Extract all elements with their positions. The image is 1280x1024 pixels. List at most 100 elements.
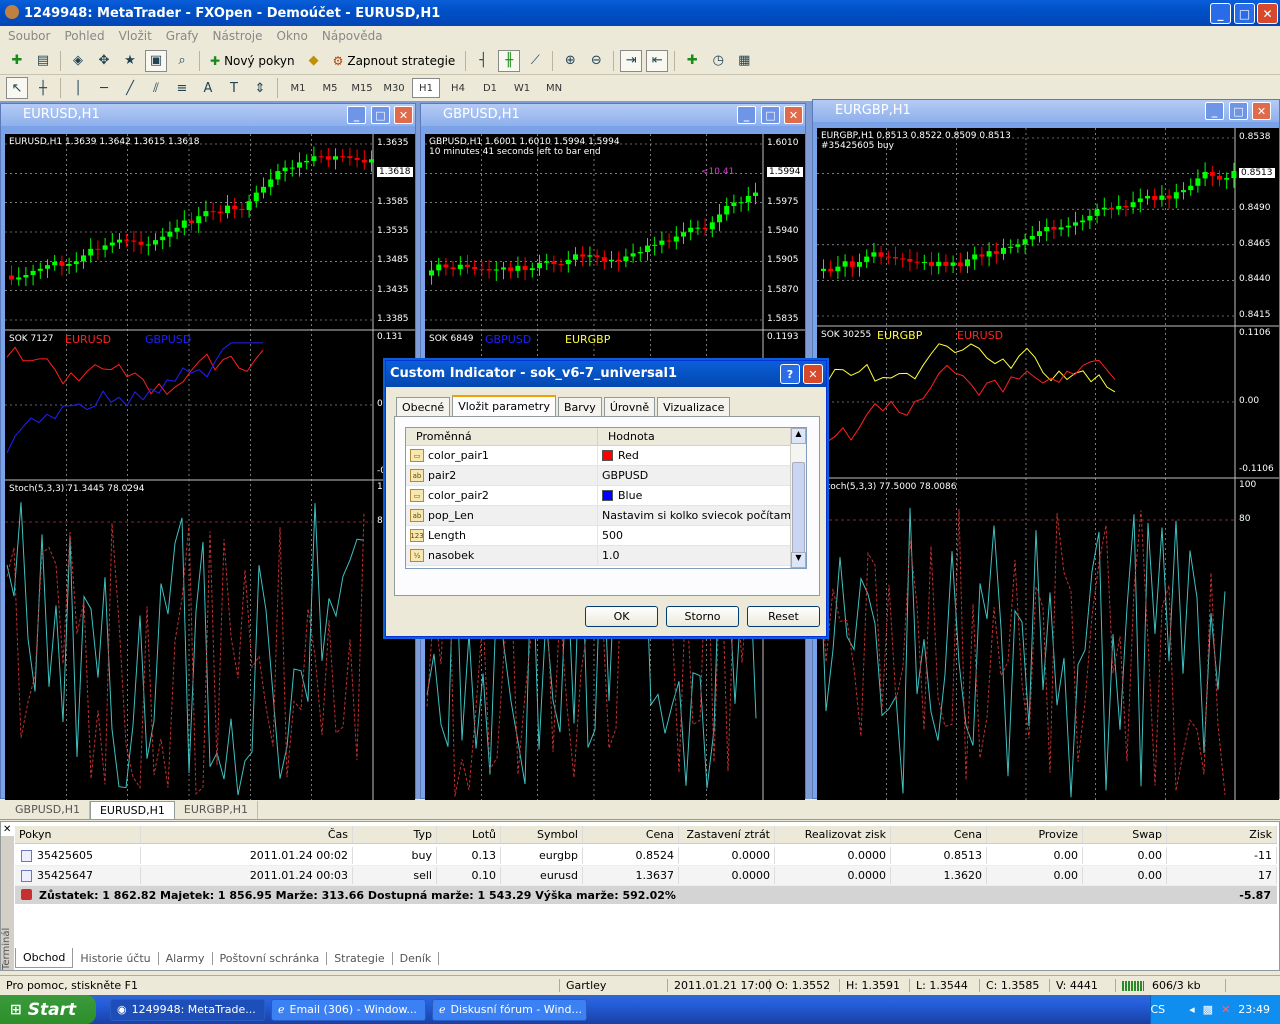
- parameter-row[interactable]: ▭ color_pair2 Blue: [406, 486, 806, 506]
- chart-window-eurgbp[interactable]: EURGBP,H1 _ □ ✕ 0.8538 0.8513 0.8490 0.8465…: [812, 99, 1280, 800]
- menu-insert[interactable]: Vložit: [119, 29, 152, 43]
- tab-levels[interactable]: Úrovně: [603, 397, 656, 417]
- column-header[interactable]: Provize: [987, 826, 1083, 843]
- chart-minimize-button[interactable]: _: [1205, 102, 1224, 120]
- zoom-out-icon[interactable]: ⊖: [585, 50, 607, 72]
- data-window-icon[interactable]: ★: [119, 50, 141, 72]
- chart-maximize-button[interactable]: □: [1229, 102, 1248, 120]
- equidistant-channel-icon[interactable]: ⫽: [145, 77, 167, 99]
- column-header[interactable]: Swap: [1083, 826, 1167, 843]
- column-header[interactable]: Pokyn: [15, 826, 141, 843]
- ok-button[interactable]: OK: [585, 606, 658, 627]
- timeframe-m1[interactable]: M1: [284, 78, 312, 98]
- chart-window-eurusd[interactable]: EURUSD,H1 _ □ ✕ 1.3635 1.3618 1.3585 1.3535…: [0, 103, 416, 800]
- vertical-line-icon[interactable]: │: [67, 77, 89, 99]
- parameter-value-cell[interactable]: Red: [598, 446, 806, 465]
- cancel-button[interactable]: Storno: [666, 606, 739, 627]
- chart-tab-eurgbp[interactable]: EURGBP,H1: [175, 801, 259, 819]
- chart-maximize-button[interactable]: □: [761, 106, 780, 124]
- column-header[interactable]: Cena: [891, 826, 987, 843]
- tray-app-icon[interactable]: ▩: [1203, 1003, 1213, 1016]
- tester-icon[interactable]: ⌕: [171, 50, 193, 72]
- menu-charts[interactable]: Grafy: [166, 29, 199, 43]
- fibonacci-icon[interactable]: ≡: [171, 77, 193, 99]
- column-header[interactable]: Typ: [353, 826, 437, 843]
- column-header[interactable]: Realizovat zisk: [775, 826, 891, 843]
- column-header[interactable]: Zastavení ztrát: [679, 826, 775, 843]
- column-header[interactable]: Zisk: [1167, 826, 1277, 843]
- scroll-down-arrow[interactable]: ▼: [791, 552, 806, 568]
- candlestick-icon[interactable]: ╫: [498, 49, 521, 72]
- timeframe-h4[interactable]: H4: [444, 78, 472, 98]
- terminal-icon[interactable]: ▣: [145, 49, 167, 72]
- parameter-value-cell[interactable]: 1.0: [598, 546, 806, 565]
- close-button[interactable]: ✕: [1257, 3, 1278, 24]
- profiles-icon[interactable]: ▤: [32, 50, 54, 72]
- new-order-button[interactable]: ✚ Nový pokyn: [206, 50, 299, 72]
- tab-mailbox[interactable]: Poštovní schránka: [213, 951, 328, 965]
- chart-canvas[interactable]: 0.8538 0.8513 0.8490 0.8465 0.8440 0.8415 EURG…: [817, 128, 1279, 800]
- column-header[interactable]: Cena: [583, 826, 679, 843]
- timeframe-h1[interactable]: H1: [412, 78, 440, 98]
- market-watch-icon[interactable]: ◈: [67, 50, 89, 72]
- timeframe-d1[interactable]: D1: [476, 78, 504, 98]
- new-chart-icon[interactable]: ✚: [6, 50, 28, 72]
- tray-security-icon[interactable]: ✕: [1221, 1003, 1230, 1016]
- menu-window[interactable]: Okno: [277, 29, 308, 43]
- taskbar-item-forum[interactable]: ℯ Diskusní fórum - Wind...: [432, 998, 587, 1021]
- tab-inputs[interactable]: Vložit parametry: [452, 395, 556, 417]
- column-header[interactable]: Symbol: [501, 826, 583, 843]
- dialog-close-button[interactable]: ✕: [803, 364, 823, 384]
- scroll-up-arrow[interactable]: ▲: [791, 428, 806, 444]
- timeframe-m15[interactable]: M15: [348, 78, 376, 98]
- zoom-in-icon[interactable]: ⊕: [559, 50, 581, 72]
- chart-tab-gbpusd[interactable]: GBPUSD,H1: [6, 801, 90, 819]
- chart-minimize-button[interactable]: _: [347, 106, 366, 124]
- menu-file[interactable]: Soubor: [8, 29, 50, 43]
- taskbar-item-email[interactable]: ℯ Email (306) - Window...: [271, 998, 426, 1021]
- parameter-value-cell[interactable]: Nastavim si kolko sviecok počítam: [598, 506, 806, 525]
- chart-shift-icon[interactable]: ⇤: [646, 49, 669, 72]
- tab-visualization[interactable]: Vizualizace: [657, 397, 731, 417]
- chart-maximize-button[interactable]: □: [371, 106, 390, 124]
- chart-minimize-button[interactable]: _: [737, 106, 756, 124]
- start-button[interactable]: ⊞ Start: [0, 995, 96, 1024]
- parameter-row[interactable]: ½ nasobek 1.0: [406, 546, 806, 566]
- tray-arrow-icon[interactable]: ◂: [1189, 1003, 1195, 1016]
- column-header[interactable]: Čas: [141, 826, 353, 843]
- chart-close-button[interactable]: ✕: [1252, 102, 1271, 120]
- parameter-value-cell[interactable]: 500: [598, 526, 806, 545]
- language-indicator[interactable]: CS: [1150, 1003, 1165, 1016]
- parameter-row[interactable]: ab pair2 GBPUSD: [406, 466, 806, 486]
- horizontal-line-icon[interactable]: ─: [93, 77, 115, 99]
- periods-icon[interactable]: ◷: [707, 50, 729, 72]
- indicators-icon[interactable]: ✚: [681, 50, 703, 72]
- tab-experts[interactable]: Strategie: [327, 951, 393, 965]
- tab-journal[interactable]: Deník: [393, 951, 440, 965]
- timeframe-w1[interactable]: W1: [508, 78, 536, 98]
- line-chart-icon[interactable]: ⟋: [524, 50, 546, 72]
- templates-icon[interactable]: ▦: [733, 50, 755, 72]
- minimize-button[interactable]: _: [1210, 3, 1231, 24]
- maximize-button[interactable]: □: [1234, 3, 1255, 24]
- timeframe-mn[interactable]: MN: [540, 78, 568, 98]
- scroll-thumb[interactable]: [792, 462, 805, 554]
- cursor-icon[interactable]: ↖: [6, 77, 28, 99]
- tab-account-history[interactable]: Historie účtu: [73, 951, 159, 965]
- menu-view[interactable]: Pohled: [64, 29, 104, 43]
- chart-close-button[interactable]: ✕: [394, 106, 413, 124]
- table-row[interactable]: 35425647 2011.01.24 00:03 sell 0.10 eurusd 1.…: [15, 866, 1277, 886]
- tab-colors[interactable]: Barvy: [557, 397, 602, 417]
- auto-scroll-icon[interactable]: ⇥: [620, 49, 643, 72]
- help-button[interactable]: ?: [780, 364, 800, 384]
- text-label-icon[interactable]: T: [223, 77, 245, 99]
- expert-advisors-button[interactable]: ⚙ Zapnout strategie: [329, 50, 460, 72]
- table-row[interactable]: 35425605 2011.01.24 00:02 buy 0.13 eurgbp 0.8…: [15, 846, 1277, 866]
- chart-tab-eurusd[interactable]: EURUSD,H1: [89, 801, 175, 819]
- column-header[interactable]: Lotů: [437, 826, 501, 843]
- tab-alerts[interactable]: Alarmy: [159, 951, 213, 965]
- navigator-icon[interactable]: ✥: [93, 50, 115, 72]
- chart-close-button[interactable]: ✕: [784, 106, 803, 124]
- tab-common[interactable]: Obecné: [396, 397, 451, 417]
- taskbar-item-metatrader[interactable]: ◉ 1249948: MetaTrade...: [110, 998, 265, 1021]
